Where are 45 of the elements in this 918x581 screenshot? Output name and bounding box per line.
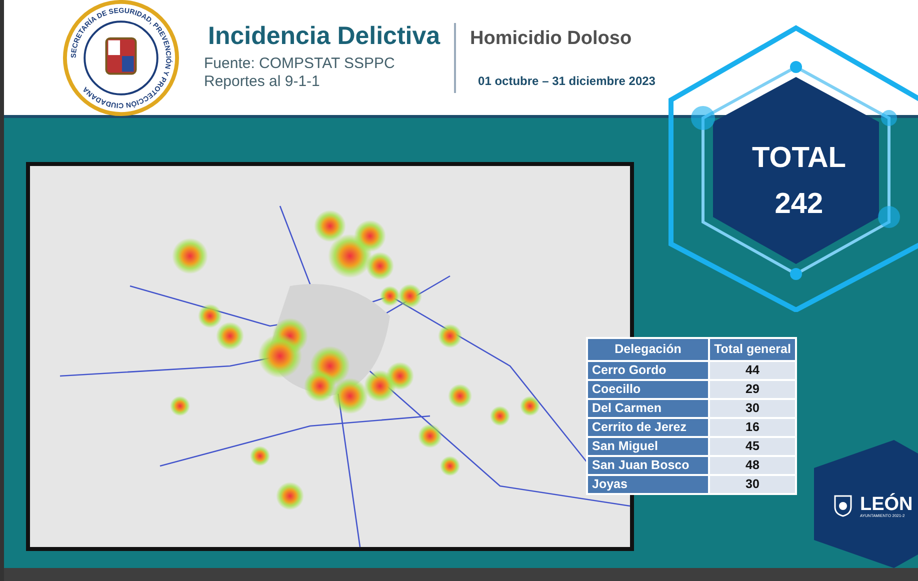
reports-text: Reportes al 9-1-1	[204, 73, 321, 92]
total-value: 242	[774, 187, 824, 222]
column-header: Total general	[710, 339, 795, 360]
heat-spot	[398, 284, 422, 308]
table-cell: Joyas	[588, 476, 708, 493]
heat-spot	[170, 396, 190, 416]
source-text: Fuente: COMPSTAT SSPPC	[204, 54, 396, 74]
heat-spot	[216, 322, 244, 350]
table-cell: 45	[710, 438, 795, 455]
crime-type: Homicidio Doloso	[470, 27, 633, 52]
table-cell: Coecillo	[588, 380, 708, 398]
heat-spot	[332, 378, 368, 414]
column-header: Delegación	[588, 339, 708, 360]
heat-spot	[386, 362, 414, 390]
table-cell: 44	[710, 362, 795, 379]
heat-spot	[276, 482, 304, 510]
report-title: Incidencia Delictiva	[208, 23, 440, 50]
heat-spot	[258, 334, 302, 378]
table-cell: San Miguel	[588, 438, 708, 455]
heat-spot	[304, 370, 336, 402]
table-cell: Cerrito de Jerez	[588, 418, 708, 436]
table-cell: Del Carmen	[588, 400, 708, 417]
heat-spot	[418, 424, 442, 448]
total-label: TOTAL	[751, 141, 847, 176]
heat-spot	[198, 304, 222, 328]
shield-icon	[834, 495, 852, 517]
table-cell: 16	[710, 418, 795, 436]
heat-spot	[172, 238, 208, 274]
heat-spot	[438, 324, 462, 348]
date-range: 01 octubre – 31 diciembre 2023	[478, 72, 656, 90]
table-cell: Cerro Gordo	[588, 362, 708, 379]
table-cell: 30	[710, 400, 795, 417]
table-cell: 29	[710, 380, 795, 398]
table-cell: 30	[710, 476, 795, 493]
table-cell: 48	[710, 456, 795, 474]
heat-spot	[448, 384, 472, 408]
logo-name: LEÓN	[860, 495, 913, 514]
heat-spot	[250, 446, 270, 466]
heat-spot	[380, 286, 400, 306]
heat-spot	[354, 220, 386, 252]
heat-spot	[520, 396, 540, 416]
heat-spot	[490, 406, 510, 426]
heat-spot	[440, 456, 460, 476]
table-cell: San Juan Bosco	[588, 456, 708, 474]
heat-spot	[314, 210, 346, 242]
